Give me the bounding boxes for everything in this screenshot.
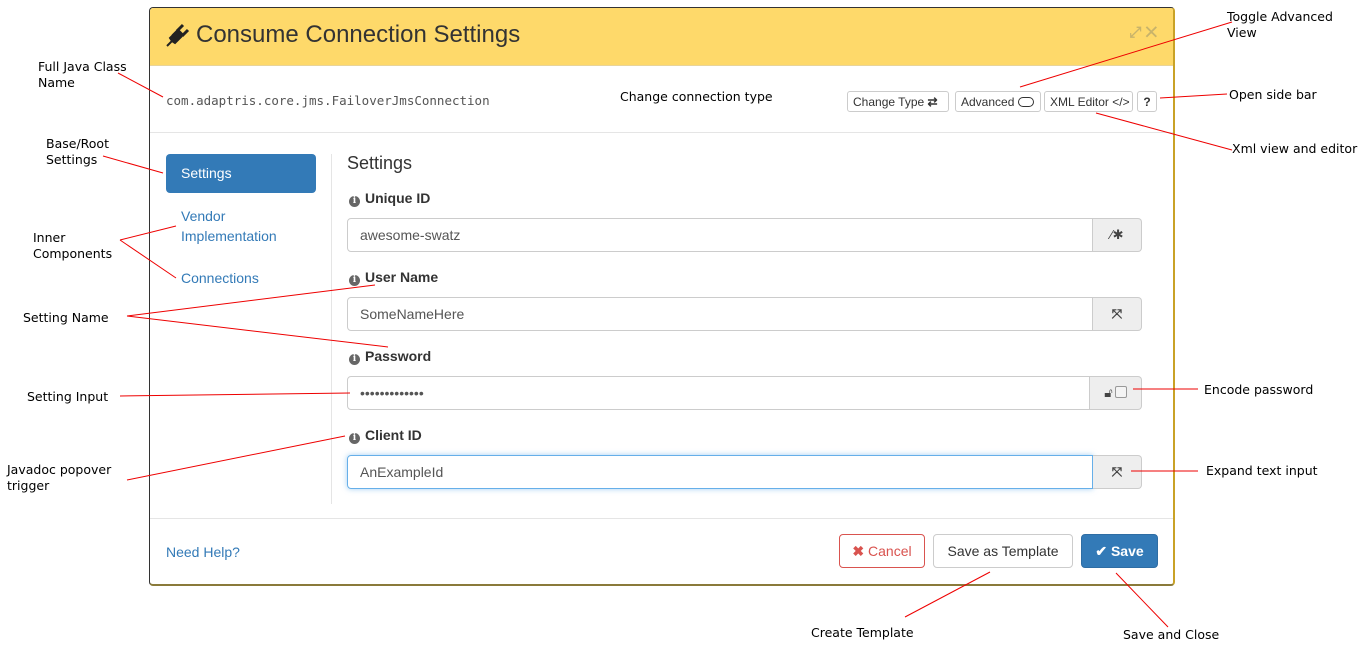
annotation-encode: Encode password: [1204, 382, 1314, 397]
annotation-javadoc: Javadoc popover trigger: [7, 462, 112, 493]
annotation-setting-input: Setting Input: [27, 389, 109, 404]
annotation-class-name: Full Java Class Name: [38, 59, 127, 90]
annotation-base-settings: Base/Root Settings: [46, 136, 109, 167]
annotation-side-bar: Open side bar: [1229, 87, 1317, 102]
annotation-create-template: Create Template: [811, 625, 914, 640]
annotation-toggle-advanced: Toggle Advanced View: [1227, 9, 1333, 40]
annotation-inner-components: Inner Components: [33, 230, 113, 261]
annotation-save-close: Save and Close: [1123, 627, 1220, 642]
annotation-expand: Expand text input: [1206, 463, 1318, 478]
annotation-xml: Xml view and editor: [1232, 141, 1358, 156]
annotation-setting-name: Setting Name: [23, 310, 109, 325]
annotation-change-type: Change connection type: [620, 89, 773, 104]
